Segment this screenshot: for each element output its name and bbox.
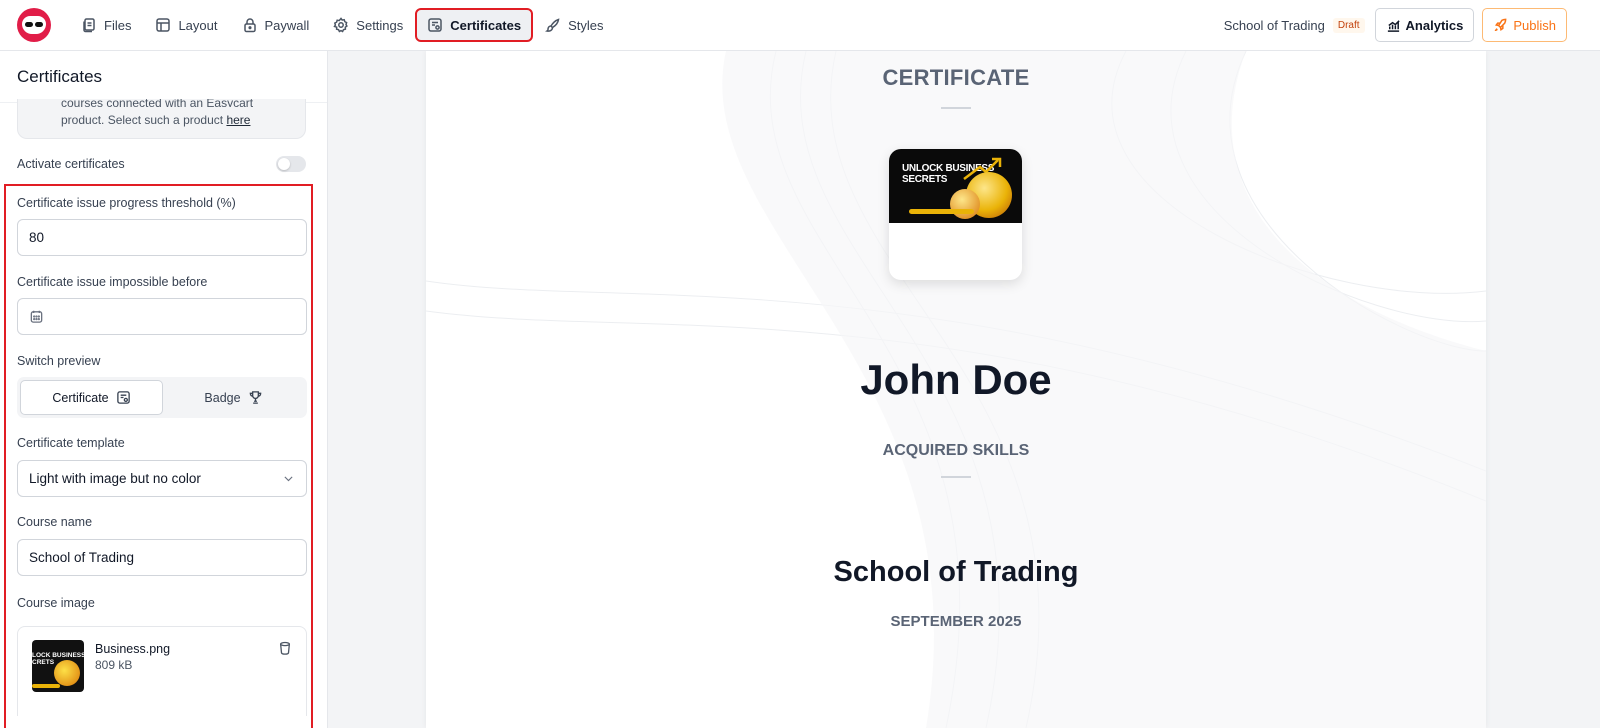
course-image: UNLOCK BUSINESS SECRETS [889, 149, 1022, 223]
activate-certificates-toggle[interactable] [276, 156, 306, 172]
switch-preview-label: Switch preview [17, 354, 101, 368]
sidebar-title: Certificates [0, 51, 327, 103]
project-name: School of Trading [1223, 17, 1325, 33]
preview-certificate-button[interactable]: Certificate [20, 380, 163, 415]
course-image-label: Course image [17, 596, 95, 610]
nav-paywall[interactable]: Paywall [232, 10, 320, 40]
course-name-field[interactable] [17, 539, 307, 576]
preview-badge-label: Badge [204, 390, 241, 405]
heading-divider [941, 107, 971, 109]
template-value: Light with image but no color [29, 471, 201, 486]
activate-row: Activate certificates [17, 156, 306, 172]
gear-icon [333, 17, 349, 33]
course-image-file: LOCK BUSINESS CRETS Business.png 809 kB [17, 626, 307, 716]
skills-heading: ACQUIRED SKILLS [882, 442, 1030, 459]
template-select[interactable]: Light with image but no color [17, 460, 307, 497]
delete-file-button[interactable] [278, 641, 292, 655]
brush-icon [545, 18, 560, 32]
nav-certificates-label: Certificates [450, 17, 522, 33]
nav-styles[interactable]: Styles [535, 10, 613, 40]
calendar-icon [30, 310, 43, 323]
course-name-input[interactable] [29, 550, 295, 565]
file-thumbnail: LOCK BUSINESS CRETS [32, 640, 84, 692]
file-name: Business.png [95, 642, 171, 656]
app-logo[interactable] [17, 8, 51, 42]
nav-certificates[interactable]: Certificates [415, 8, 534, 42]
certificates-sidebar: Certificates courses connected with an E… [0, 51, 328, 728]
course-image-card: UNLOCK BUSINESS SECRETS [889, 149, 1022, 280]
student-name: John Doe [860, 356, 1052, 403]
status-badge: Draft [1332, 17, 1365, 33]
course-name-label: Course name [17, 515, 93, 529]
activate-label: Activate certificates [17, 157, 125, 171]
template-label: Certificate template [17, 436, 125, 450]
nav-layout-label: Layout [178, 17, 218, 33]
analytics-button[interactable]: Analytics [1374, 8, 1475, 42]
analytics-icon [1387, 19, 1400, 32]
certificate-icon [116, 391, 130, 404]
notice-link[interactable]: here [226, 113, 250, 127]
top-right-group: School of Trading Draft Analytics Publis… [1224, 8, 1567, 42]
lock-icon [243, 18, 256, 33]
nav-settings-label: Settings [356, 17, 404, 33]
nav-files[interactable]: Files [71, 10, 141, 40]
impossible-before-label: Certificate issue impossible before [17, 275, 208, 289]
impossible-before-field[interactable] [17, 298, 307, 335]
nav-layout[interactable]: Layout [145, 10, 227, 40]
trophy-icon [249, 391, 261, 404]
preview-badge-button[interactable]: Badge [163, 380, 304, 415]
publish-label: Publish [1513, 17, 1556, 33]
nav-styles-label: Styles [568, 17, 604, 33]
publish-button[interactable]: Publish [1482, 8, 1567, 42]
nav-paywall-label: Paywall [264, 17, 310, 33]
layout-icon [156, 18, 171, 32]
main-nav: Files Layout Paywall Settings Certificat… [71, 8, 614, 42]
top-bar: Files Layout Paywall Settings Certificat… [0, 0, 1600, 51]
issue-date: SEPTEMBER 2025 [890, 613, 1022, 630]
nav-settings[interactable]: Settings [323, 10, 413, 40]
skills-divider [941, 476, 971, 478]
threshold-label: Certificate issue progress threshold (%) [17, 196, 236, 210]
trash-icon [279, 641, 291, 655]
files-icon [83, 18, 95, 33]
chevron-down-icon [284, 476, 293, 482]
certificate-heading: CERTIFICATE [882, 65, 1030, 90]
rocket-icon [1494, 18, 1507, 31]
nav-files-label: Files [104, 17, 132, 33]
switch-preview-control: Certificate Badge [17, 377, 307, 418]
analytics-label: Analytics [1405, 17, 1464, 33]
notice-line-1: courses connected with an Easycart [61, 99, 254, 107]
course-title: School of Trading [833, 556, 1079, 588]
file-size: 809 kB [95, 658, 133, 672]
preview-certificate-label: Certificate [52, 390, 109, 405]
preview-canvas: CERTIFICATE UNLOCK BUSINESS SECRETS John… [328, 51, 1600, 728]
notice-line-2: product. Select such a product [61, 113, 227, 127]
threshold-input[interactable] [29, 230, 295, 245]
certificate-icon [428, 18, 443, 32]
certificate-preview: CERTIFICATE UNLOCK BUSINESS SECRETS John… [426, 51, 1486, 728]
threshold-field[interactable] [17, 219, 307, 256]
product-notice: courses connected with an Easycart produ… [17, 99, 306, 139]
